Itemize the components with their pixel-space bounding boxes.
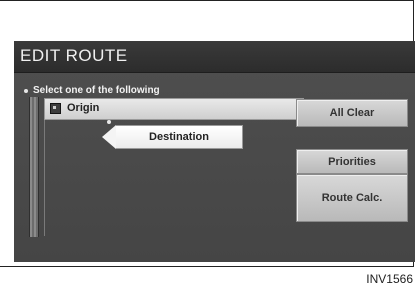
arrow-left-icon bbox=[102, 125, 116, 149]
instruction-text: Select one of the following bbox=[33, 85, 160, 96]
flag-icon bbox=[50, 102, 61, 114]
bullet-icon bbox=[24, 88, 28, 93]
screen-title: EDIT ROUTE bbox=[20, 46, 128, 65]
priorities-label: Priorities bbox=[328, 155, 376, 168]
all-clear-button[interactable]: All Clear bbox=[296, 99, 408, 127]
origin-label: Origin bbox=[67, 102, 100, 114]
origin-item[interactable]: Origin bbox=[50, 98, 99, 118]
figure-caption: INV1566 bbox=[366, 272, 413, 286]
all-clear-label: All Clear bbox=[329, 107, 375, 119]
nav-screen: EDIT ROUTE Select one of the following O… bbox=[14, 41, 415, 262]
route-dot-icon bbox=[107, 120, 111, 124]
screen-header: EDIT ROUTE bbox=[14, 41, 415, 73]
list-divider bbox=[44, 120, 45, 236]
route-calc-label: Route Calc. bbox=[321, 192, 383, 204]
priorities-button[interactable]: Priorities bbox=[296, 149, 408, 174]
destination-label: Destination bbox=[149, 131, 209, 143]
instruction-line: Select one of the following bbox=[24, 85, 160, 96]
destination-button[interactable]: Destination bbox=[116, 125, 243, 149]
scroll-bar[interactable] bbox=[29, 97, 39, 237]
route-calc-button[interactable]: Route Calc. bbox=[296, 174, 408, 222]
